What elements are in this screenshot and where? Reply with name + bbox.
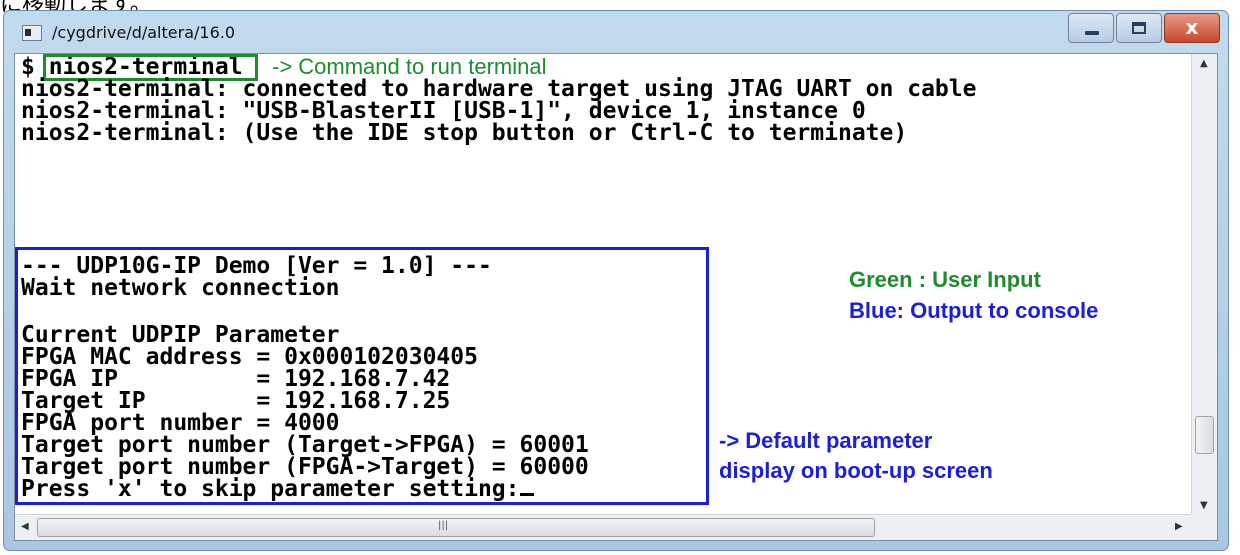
console-output-highlight bbox=[15, 247, 709, 505]
minimize-button[interactable] bbox=[1068, 13, 1114, 43]
console-window-icon[interactable] bbox=[22, 25, 42, 41]
console-output[interactable]: $ nios2-terminal -> Command to run termi… bbox=[15, 54, 1193, 516]
vertical-scrollbar[interactable]: ▲ ▼ bbox=[1191, 54, 1217, 516]
legend-blue-text: Blue: Output to console bbox=[849, 298, 1099, 323]
maximize-icon bbox=[1132, 22, 1146, 34]
close-icon: x bbox=[1185, 15, 1199, 39]
horizontal-scrollbar[interactable]: ◀ ||| ▶ bbox=[15, 514, 1193, 540]
console-client-area[interactable]: $ nios2-terminal -> Command to run termi… bbox=[14, 53, 1218, 541]
horizontal-scroll-thumb[interactable]: ||| bbox=[37, 518, 875, 537]
vertical-scroll-thumb[interactable] bbox=[1195, 416, 1214, 454]
terminal-window: /cygdrive/d/altera/16.0 x $ nios2-termin… bbox=[3, 10, 1229, 551]
default-parameter-note: -> Default parameter bbox=[719, 428, 933, 453]
title-bar[interactable]: /cygdrive/d/altera/16.0 x bbox=[4, 11, 1228, 53]
grip-icon: ||| bbox=[438, 520, 449, 531]
close-button[interactable]: x bbox=[1164, 13, 1220, 43]
legend-green-text: Green : User Input bbox=[849, 267, 1041, 292]
console-line: nios2-terminal: (Use the IDE stop button… bbox=[21, 120, 908, 146]
minimize-icon bbox=[1085, 31, 1099, 35]
maximize-button[interactable] bbox=[1116, 13, 1162, 43]
scroll-down-icon[interactable]: ▼ bbox=[1200, 500, 1208, 511]
scroll-right-icon[interactable]: ▶ bbox=[1175, 521, 1183, 532]
scroll-left-icon[interactable]: ◀ bbox=[21, 521, 29, 532]
boot-up-screen-note: display on boot-up screen bbox=[719, 458, 993, 483]
window-title: /cygdrive/d/altera/16.0 bbox=[52, 23, 236, 42]
resize-grip[interactable] bbox=[1191, 514, 1217, 540]
scroll-up-icon[interactable]: ▲ bbox=[1200, 58, 1208, 69]
window-controls: x bbox=[1068, 13, 1220, 43]
